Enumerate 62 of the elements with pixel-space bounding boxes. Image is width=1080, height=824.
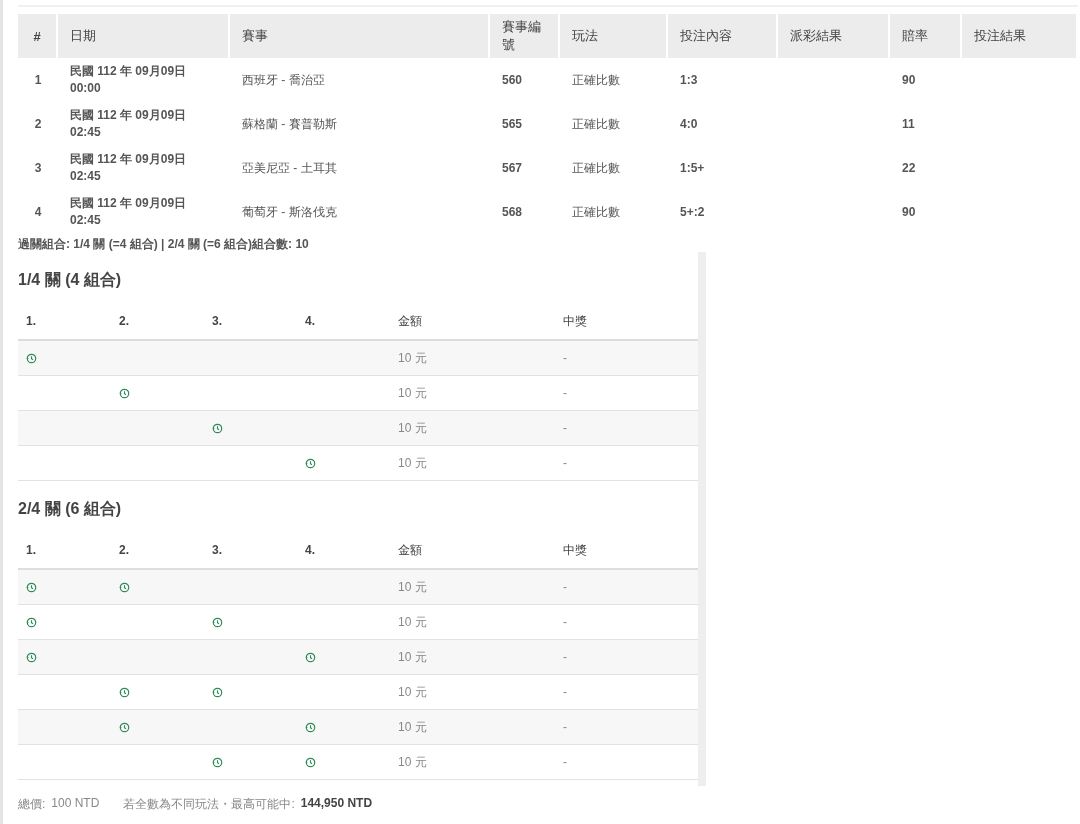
total-value: 100 NTD [51,796,100,812]
max-win-label: 若全數為不同玩法・最高可能中: [123,796,295,813]
play-type-cell-text: 正確比數 [571,203,621,221]
match-cell-text: 西班牙 - 喬治亞 [241,71,326,89]
time-text: 02:45 [70,212,102,229]
date-text: 民國 112 年 09月09日 [70,107,188,124]
column-header: 賽事編號 [490,14,560,58]
amount-cell: 10 元 [390,640,555,675]
odds-cell-text: 90 [901,204,917,221]
column-header: # [18,14,58,58]
play-type-cell-text: 正確比數 [571,115,621,133]
row-number: 2 [33,116,43,133]
prize-cell: - [555,710,698,745]
prize-cell: - [555,745,698,780]
amount-cell: 10 元 [390,570,555,605]
max-win-value: 144,950 NTD [300,796,373,812]
bet-content-cell-text: 1:3 [679,72,699,89]
column-header: 賠率 [890,14,962,58]
section-title: 2/4 關 (6 組合) [18,499,123,519]
combination-summary: 過關組合: 1/4 關 (=4 組合) | 2/4 關 (=6 組合)組合數: 10 [18,236,310,252]
odds-cell-text: 11 [901,116,916,133]
amount-cell: 10 元 [390,411,555,446]
time-text: 00:00 [70,80,102,97]
total-label: 總價: [18,796,46,813]
row-number: 3 [33,160,43,177]
prize-cell: - [555,411,698,446]
amount-cell: 10 元 [390,745,555,780]
play-type-cell-text: 正確比數 [571,71,621,89]
match-number-cell-text: 568 [501,204,524,221]
time-text: 02:45 [70,124,102,141]
bet-content-cell-text: 4:0 [679,116,699,133]
amount-cell: 10 元 [390,446,555,481]
section-title: 1/4 關 (4 組合) [18,270,123,290]
amount-cell: 10 元 [390,710,555,745]
match-cell-text: 蘇格蘭 - 賽普勒斯 [241,115,338,133]
bet-content-cell-text: 1:5+ [679,160,706,177]
bet-content-cell-text: 5+:2 [679,204,706,221]
odds-cell-text: 90 [901,72,917,89]
column-header: 賽事 [230,14,490,58]
match-number-cell-text: 567 [501,160,524,177]
date-text: 民國 112 年 09月09日 [70,151,188,168]
prize-cell: - [555,640,698,675]
amount-cell: 10 元 [390,341,555,376]
column-header: 日期 [58,14,230,58]
match-cell-text: 亞美尼亞 - 土耳其 [241,159,338,177]
match-cell-text: 葡萄牙 - 斯洛伐克 [241,203,338,221]
column-header: 派彩結果 [778,14,890,58]
row-number: 1 [33,72,43,89]
play-type-cell-text: 正確比數 [571,159,621,177]
column-header: 投注內容 [668,14,778,58]
match-number-cell-text: 560 [501,72,524,89]
prize-cell: - [555,341,698,376]
row-number: 4 [33,204,43,221]
date-text: 民國 112 年 09月09日 [70,195,188,212]
match-number-cell-text: 565 [501,116,524,133]
prize-cell: - [555,570,698,605]
time-text: 02:45 [70,168,102,185]
column-header: 玩法 [560,14,668,58]
odds-cell-text: 22 [901,160,917,177]
date-text: 民國 112 年 09月09日 [70,63,188,80]
prize-cell: - [555,446,698,481]
column-header: 投注結果 [962,14,1078,58]
